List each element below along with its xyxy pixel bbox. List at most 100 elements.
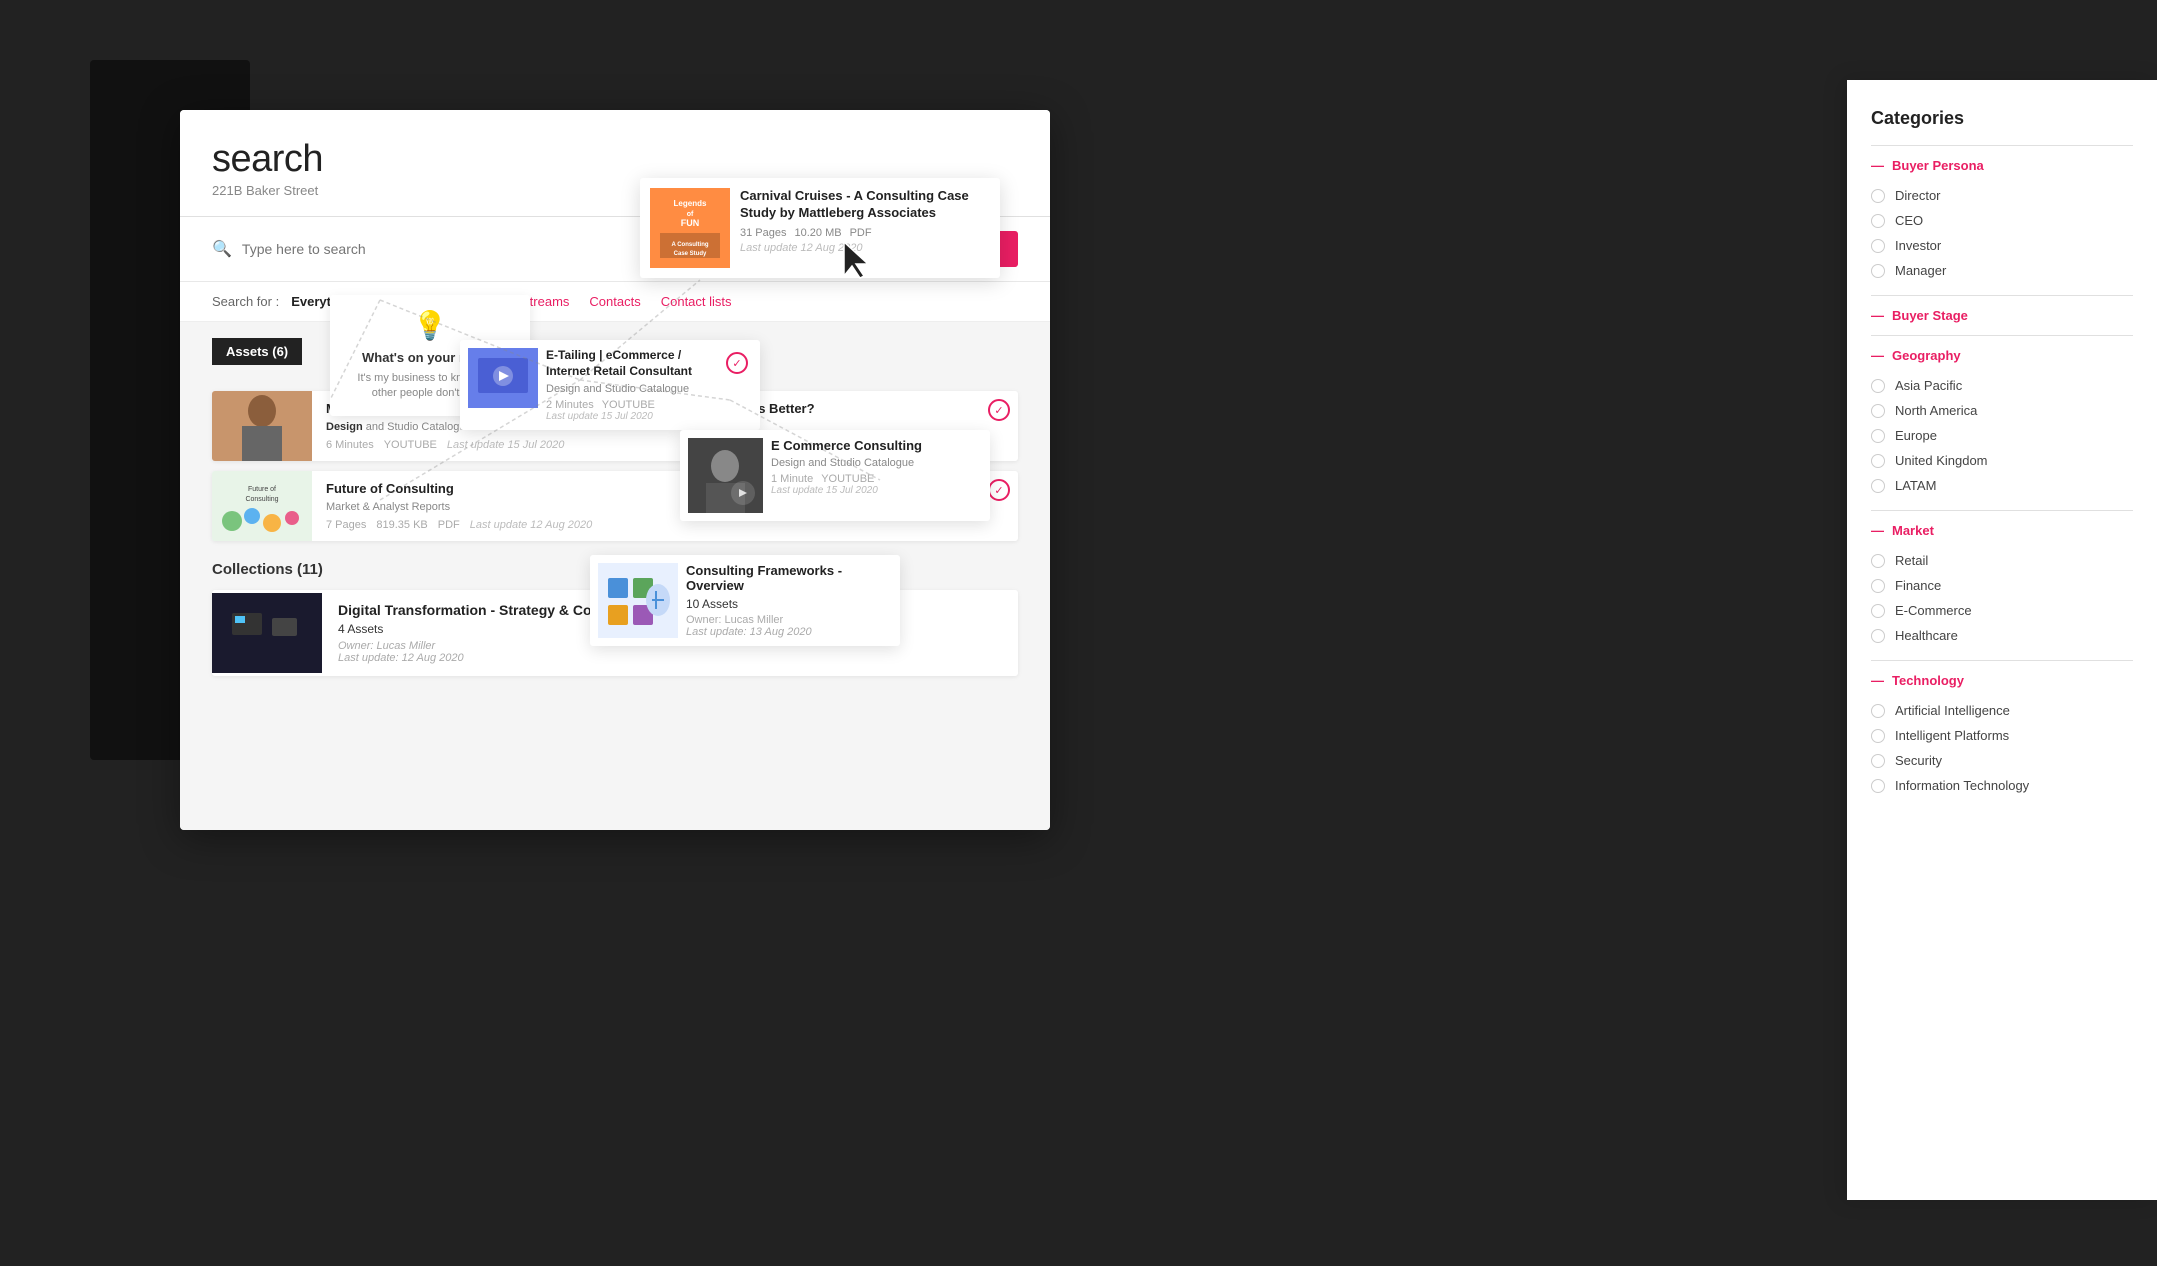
cat-label-security: Security (1895, 753, 1942, 768)
cat-item-ai[interactable]: Artificial Intelligence (1871, 698, 2133, 723)
cat-label-information-technology: Information Technology (1895, 778, 2029, 793)
cat-radio-security[interactable] (1871, 754, 1885, 768)
cat-radio-asia-pacific[interactable] (1871, 379, 1885, 393)
cat-label-investor: Investor (1895, 238, 1941, 253)
carnival-meta: 31 Pages 10.20 MB PDF (740, 227, 990, 239)
cat-radio-latam[interactable] (1871, 479, 1885, 493)
cat-label-north-america: North America (1895, 403, 1977, 418)
cat-radio-healthcare[interactable] (1871, 629, 1885, 643)
cat-item-retail[interactable]: Retail (1871, 548, 2133, 573)
cat-label-uk: United Kingdom (1895, 453, 1988, 468)
cat-radio-europe[interactable] (1871, 429, 1885, 443)
cat-label-europe: Europe (1895, 428, 1937, 443)
cat-radio-finance[interactable] (1871, 579, 1885, 593)
mindcard-icon: 💡 (344, 309, 516, 342)
right-collection-card: Consulting Frameworks - Overview 10 Asse… (590, 555, 900, 646)
ecommerce-title: E Commerce Consulting (771, 438, 922, 453)
cat-radio-ecommerce[interactable] (1871, 604, 1885, 618)
carnival-date: Last update 12 Aug 2020 (740, 242, 990, 254)
cat-label-director: Director (1895, 188, 1941, 203)
etailing-thumb (468, 348, 538, 408)
ecommerce-meta: 1 Minute YOUTUBE (771, 473, 922, 485)
cat-item-asia-pacific[interactable]: Asia Pacific (1871, 373, 2133, 398)
cat-section-geography: Geography (1871, 348, 2133, 363)
categories-panel: Categories Buyer Persona Director CEO In… (1847, 80, 2157, 1200)
etailing-date: Last update 15 Jul 2020 (546, 411, 714, 422)
tab-contacts[interactable]: Contacts (589, 292, 640, 311)
check-icon-future: ✓ (988, 479, 1010, 501)
carnival-thumb: Legends of FUN A Consulting Case Study (650, 188, 730, 268)
cat-label-intelligent-platforms: Intelligent Platforms (1895, 728, 2009, 743)
cat-item-information-technology[interactable]: Information Technology (1871, 773, 2133, 798)
etailing-check: ✓ (722, 348, 752, 422)
ecommerce-date: Last update 15 Jul 2020 (771, 485, 922, 496)
cat-radio-north-america[interactable] (1871, 404, 1885, 418)
etailing-card: E-Tailing | eCommerce / Internet Retail … (460, 340, 760, 430)
cat-label-latam: LATAM (1895, 478, 1936, 493)
cat-radio-information-technology[interactable] (1871, 779, 1885, 793)
cat-label-healthcare: Healthcare (1895, 628, 1958, 643)
etailing-meta: 2 Minutes YOUTUBE (546, 399, 714, 411)
cat-item-latam[interactable]: LATAM (1871, 473, 2133, 498)
asset-thumb-future: Future of Consulting (212, 471, 312, 541)
cat-item-investor[interactable]: Investor (1871, 233, 2133, 258)
svg-text:FUN: FUN (681, 218, 700, 228)
etailing-title: E-Tailing | eCommerce / Internet Retail … (546, 348, 714, 379)
cat-item-intelligent-platforms[interactable]: Intelligent Platforms (1871, 723, 2133, 748)
ecommerce-subtitle: Design and Studio Catalogue (771, 457, 922, 469)
etailing-info: E-Tailing | eCommerce / Internet Retail … (546, 348, 714, 422)
etailing-subtitle: Design and Studio Catalogue (546, 383, 714, 395)
assets-section-header: Assets (6) (212, 338, 302, 365)
cat-radio-uk[interactable] (1871, 454, 1885, 468)
cat-radio-ceo[interactable] (1871, 214, 1885, 228)
right-collection-title: Consulting Frameworks - Overview (686, 563, 892, 593)
check-icon-marketing: ✓ (988, 399, 1010, 421)
cat-item-healthcare[interactable]: Healthcare (1871, 623, 2133, 648)
collection-thumb-digital (212, 593, 322, 673)
categories-title: Categories (1871, 108, 2133, 129)
tab-contact-lists[interactable]: Contact lists (661, 292, 732, 311)
cat-item-uk[interactable]: United Kingdom (1871, 448, 2133, 473)
right-collection-owner: Owner: Lucas Miller (686, 614, 892, 626)
cat-radio-director[interactable] (1871, 189, 1885, 203)
cat-item-director[interactable]: Director (1871, 183, 2133, 208)
ecommerce-info: E Commerce Consulting Design and Studio … (771, 438, 922, 513)
cat-radio-intelligent-platforms[interactable] (1871, 729, 1885, 743)
cat-label-asia-pacific: Asia Pacific (1895, 378, 1962, 393)
cat-item-north-america[interactable]: North America (1871, 398, 2133, 423)
collection-meta-digital-date: Last update: 12 Aug 2020 (338, 652, 646, 664)
carnival-info: Carnival Cruises - A Consulting Case Stu… (740, 188, 990, 254)
cat-radio-investor[interactable] (1871, 239, 1885, 253)
svg-text:Consulting: Consulting (245, 496, 278, 503)
ecommerce-card: E Commerce Consulting Design and Studio … (680, 430, 990, 521)
cat-radio-manager[interactable] (1871, 264, 1885, 278)
cat-label-ecommerce: E-Commerce (1895, 603, 1972, 618)
right-collection-assets: 10 Assets (686, 597, 892, 611)
carnival-title: Carnival Cruises - A Consulting Case Stu… (740, 188, 990, 222)
cat-section-buyer-persona: Buyer Persona (1871, 158, 2133, 173)
cat-item-finance[interactable]: Finance (1871, 573, 2133, 598)
cat-item-security[interactable]: Security (1871, 748, 2133, 773)
cat-radio-ai[interactable] (1871, 704, 1885, 718)
cat-item-ceo[interactable]: CEO (1871, 208, 2133, 233)
cat-item-europe[interactable]: Europe (1871, 423, 2133, 448)
right-collection-info: Consulting Frameworks - Overview 10 Asse… (686, 563, 892, 638)
main-title: search (212, 138, 1018, 181)
cat-label-retail: Retail (1895, 553, 1928, 568)
svg-text:of: of (687, 211, 694, 218)
right-collection-thumb (598, 563, 678, 638)
svg-text:A Consulting: A Consulting (671, 242, 708, 248)
cat-item-ecommerce[interactable]: E-Commerce (1871, 598, 2133, 623)
cat-section-technology: Technology (1871, 673, 2133, 688)
right-collection-date: Last update: 13 Aug 2020 (686, 626, 892, 638)
cat-radio-retail[interactable] (1871, 554, 1885, 568)
cat-section-market: Market (1871, 523, 2133, 538)
svg-text:Future of: Future of (248, 486, 276, 493)
cat-label-finance: Finance (1895, 578, 1941, 593)
check-icon-etailing: ✓ (726, 352, 748, 374)
svg-text:Case Study: Case Study (674, 251, 707, 257)
filter-label: Search for : (212, 294, 279, 309)
svg-text:Legends: Legends (674, 199, 707, 208)
cat-item-manager[interactable]: Manager (1871, 258, 2133, 283)
ecommerce-thumb (688, 438, 763, 513)
